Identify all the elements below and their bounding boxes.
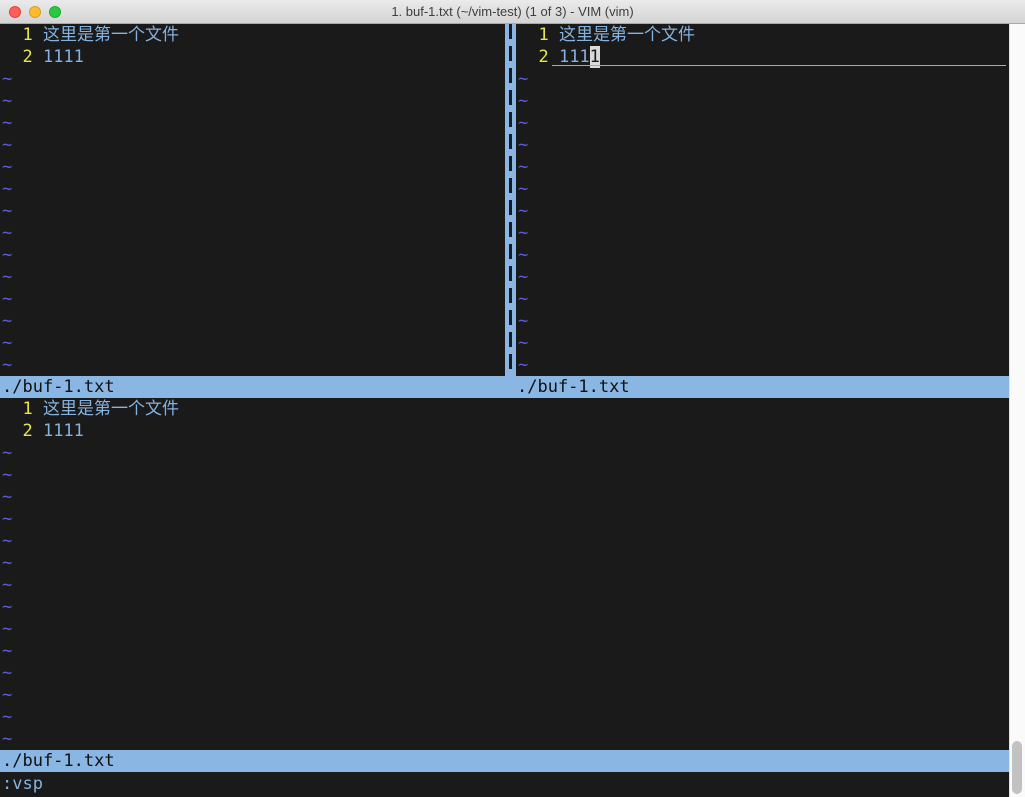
- window-title: 1. buf-1.txt (~/vim-test) (1 of 3) - VIM…: [0, 4, 1025, 19]
- tilde-line: ~: [0, 596, 1009, 618]
- statusline-top[interactable]: ./buf-1.txt ./buf-1.txt: [0, 376, 1009, 398]
- tilde-line: ~: [0, 134, 505, 156]
- tilde-line: ~: [0, 706, 1009, 728]
- buffer-text: 1111: [43, 47, 84, 67]
- editor-window-bottom[interactable]: 1 这里是第一个文件 2 1111~~~~~~~~~~~~~~: [0, 398, 1009, 750]
- editor-window-top-left[interactable]: 1 这里是第一个文件 2 1111~~~~~~~~~~~~~~: [0, 24, 505, 376]
- tilde-line: ~: [0, 200, 505, 222]
- tilde-line: ~: [0, 574, 1009, 596]
- tilde-line: ~: [516, 134, 1009, 156]
- close-button[interactable]: [9, 6, 21, 18]
- tilde-line: ~: [0, 684, 1009, 706]
- buffer-text: 1111: [43, 421, 84, 441]
- statusline-bottom[interactable]: ./buf-1.txt: [0, 750, 1009, 772]
- buffer-text: 这里是第一个文件: [43, 25, 179, 45]
- tilde-line: ~: [0, 310, 505, 332]
- tilde-line: ~: [0, 464, 1009, 486]
- tilde-line: ~: [516, 222, 1009, 244]
- tilde-line: ~: [0, 486, 1009, 508]
- buffer-line[interactable]: 1 这里是第一个文件: [0, 398, 1009, 420]
- buffer-line[interactable]: 2 1111: [516, 46, 1009, 68]
- tilde-line: ~: [0, 508, 1009, 530]
- buffer-line[interactable]: 1 这里是第一个文件: [516, 24, 1009, 46]
- statusline-filename-bottom: ./buf-1.txt: [2, 750, 115, 772]
- tilde-line: ~: [0, 618, 1009, 640]
- vim-terminal: 1 这里是第一个文件 2 1111~~~~~~~~~~~~~~ 1 这里是第一个…: [0, 24, 1009, 797]
- tilde-line: ~: [0, 112, 505, 134]
- tilde-line: ~: [0, 728, 1009, 750]
- line-number: 1: [2, 25, 43, 45]
- titlebar[interactable]: 1. buf-1.txt (~/vim-test) (1 of 3) - VIM…: [0, 0, 1025, 24]
- scrollbar-thumb[interactable]: [1012, 741, 1022, 794]
- tilde-line: ~: [516, 112, 1009, 134]
- tilde-line: ~: [516, 178, 1009, 200]
- tilde-line: ~: [0, 530, 1009, 552]
- window-body: 1 这里是第一个文件 2 1111~~~~~~~~~~~~~~ 1 这里是第一个…: [0, 24, 1025, 797]
- line-number: 2: [2, 47, 43, 67]
- tilde-line: ~: [516, 288, 1009, 310]
- tilde-line: ~: [516, 68, 1009, 90]
- tilde-line: ~: [0, 354, 505, 376]
- tilde-line: ~: [0, 90, 505, 112]
- line-number: 1: [2, 399, 43, 419]
- command-line[interactable]: :vsp: [0, 772, 1009, 797]
- tilde-line: ~: [0, 288, 505, 310]
- tilde-line: ~: [0, 68, 505, 90]
- line-number: 2: [2, 421, 43, 441]
- tilde-line: ~: [516, 354, 1009, 376]
- line-number: 1: [518, 25, 559, 45]
- tilde-line: ~: [516, 266, 1009, 288]
- minimize-button[interactable]: [29, 6, 41, 18]
- tilde-line: ~: [0, 640, 1009, 662]
- separator-bar-glyphs: [509, 24, 512, 376]
- statusline-filename-right: ./buf-1.txt: [517, 376, 630, 398]
- tilde-line: ~: [0, 178, 505, 200]
- statusline-filename-left: ./buf-1.txt: [2, 376, 115, 398]
- top-splits: 1 这里是第一个文件 2 1111~~~~~~~~~~~~~~ 1 这里是第一个…: [0, 24, 1009, 376]
- macvim-window: 1. buf-1.txt (~/vim-test) (1 of 3) - VIM…: [0, 0, 1025, 797]
- tilde-line: ~: [0, 222, 505, 244]
- text-before-cursor: 111: [559, 47, 590, 67]
- vertical-split-separator[interactable]: [505, 24, 516, 376]
- tilde-line: ~: [516, 90, 1009, 112]
- tilde-line: ~: [516, 332, 1009, 354]
- editor-window-top-right[interactable]: 1 这里是第一个文件 2 1111~~~~~~~~~~~~~~: [516, 24, 1009, 376]
- tilde-line: ~: [516, 244, 1009, 266]
- buffer-line[interactable]: 2 1111: [0, 46, 505, 68]
- tilde-line: ~: [0, 332, 505, 354]
- tilde-line: ~: [0, 156, 505, 178]
- scrollbar-track[interactable]: [1009, 24, 1025, 797]
- buffer-line[interactable]: 2 1111: [0, 420, 1009, 442]
- tilde-line: ~: [0, 662, 1009, 684]
- traffic-lights: [0, 6, 61, 18]
- tilde-line: ~: [0, 244, 505, 266]
- cursorline-underline: [552, 65, 1006, 66]
- buffer-text: 这里是第一个文件: [43, 399, 179, 419]
- tilde-line: ~: [516, 156, 1009, 178]
- buffer-line[interactable]: 1 这里是第一个文件: [0, 24, 505, 46]
- buffer-text: 这里是第一个文件: [559, 25, 695, 45]
- tilde-line: ~: [0, 442, 1009, 464]
- tilde-line: ~: [516, 310, 1009, 332]
- tilde-line: ~: [0, 266, 505, 288]
- line-number: 2: [518, 47, 559, 67]
- tilde-line: ~: [0, 552, 1009, 574]
- tilde-line: ~: [516, 200, 1009, 222]
- zoom-button[interactable]: [49, 6, 61, 18]
